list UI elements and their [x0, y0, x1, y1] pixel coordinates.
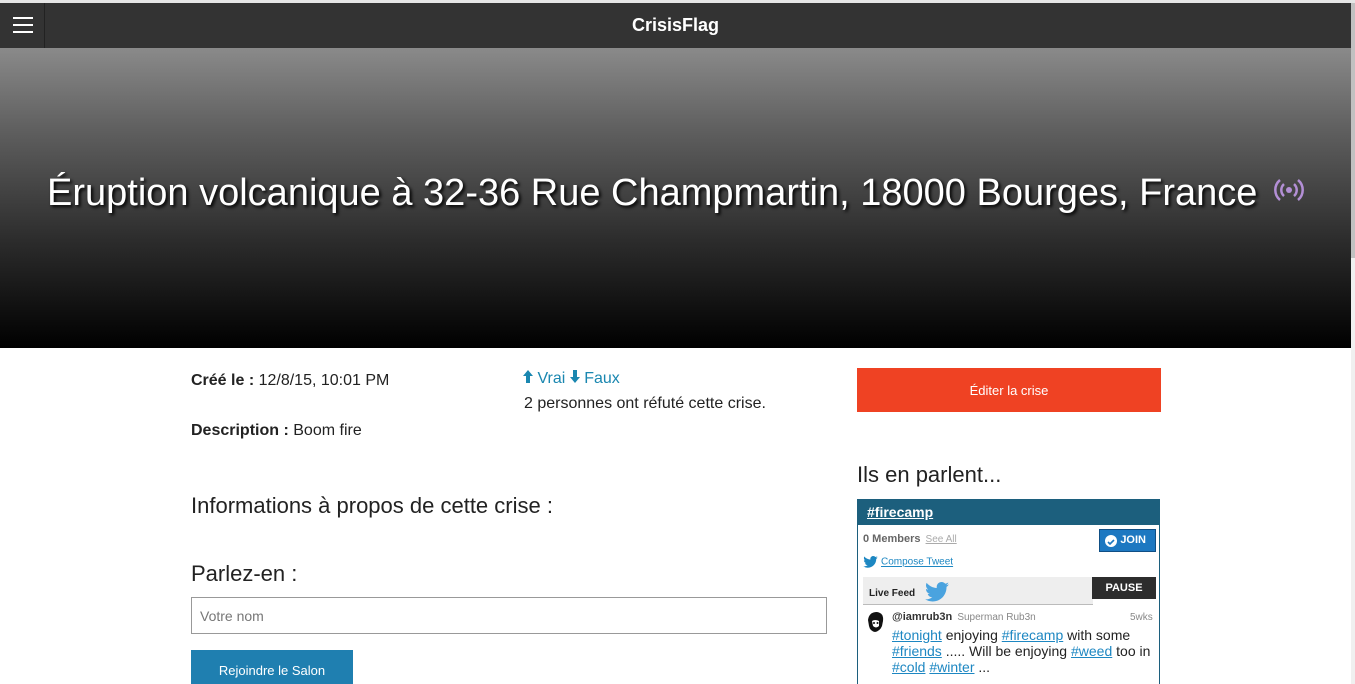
navbar: CrisisFlag [0, 3, 1351, 48]
tweet-handle[interactable]: @iamrub3n [892, 611, 952, 623]
social-section-title: Ils en parlent... [857, 462, 1002, 487]
hashtag-link[interactable]: #firecamp [867, 504, 933, 520]
members-count: 0 Members See All [863, 533, 957, 545]
scrollbar[interactable] [1351, 3, 1355, 684]
tweet-author-name: Superman Rub3n [957, 612, 1036, 623]
edit-crisis-button[interactable]: Éditer la crise [857, 368, 1161, 412]
created-label: Créé le : [191, 372, 255, 389]
tweet-text-fragment: too in [1112, 643, 1151, 659]
hashtag-tonight-link[interactable]: #tonight [892, 627, 942, 643]
vote-true-label: Vrai [537, 370, 566, 387]
hashtag-winter-link[interactable]: #winter [929, 659, 974, 675]
refute-count-text: 2 personnes ont réfuté cette crise. [524, 395, 766, 412]
live-feed-label: Live Feed [869, 588, 916, 599]
info-heading: Informations à propos de cette crise : [191, 493, 553, 518]
tweet-text-fragment: ... [974, 659, 991, 675]
tweet-text-fragment: with some [1063, 627, 1131, 643]
crisis-title-row: Éruption volcanique à 32-36 Rue Champmar… [0, 172, 1351, 216]
hashtag-cold-link[interactable]: #cold [892, 659, 925, 675]
tweet-text-fragment: enjoying [941, 627, 1002, 643]
live-feed-bar: Live Feed [863, 577, 1093, 605]
scrollbar-thumb[interactable] [1351, 3, 1355, 258]
arrow-down-icon [569, 370, 580, 383]
widget-header: #firecamp [858, 500, 1159, 525]
created-value: 12/8/15, 10:01 PM [258, 372, 390, 389]
hashtag-firecamp-link[interactable]: #firecamp [1002, 627, 1063, 643]
broadcast-icon [1274, 169, 1304, 212]
compose-label: Compose Tweet [881, 556, 954, 568]
avatar[interactable] [863, 610, 887, 634]
members-text: 0 Members [863, 533, 921, 545]
arrow-up-icon [523, 370, 533, 383]
name-input[interactable] [191, 597, 827, 634]
description: Description : Boom fire [191, 422, 362, 440]
created-date: Créé le : 12/8/15, 10:01 PM [191, 372, 389, 390]
tweet-text-fragment: ..... Will be enjoying [941, 643, 1071, 659]
join-label: JOIN [1120, 534, 1146, 546]
twitter-bird-icon [925, 582, 949, 602]
compose-tweet-link[interactable]: Compose Tweet [863, 556, 953, 568]
check-icon [1105, 535, 1117, 547]
hashtag-friends-link[interactable]: #friends [892, 643, 942, 659]
tweet-timestamp[interactable]: 5wks [1130, 612, 1153, 623]
crisis-title: Éruption volcanique à 32-36 Rue Champmar… [47, 172, 1258, 214]
vote-true-link[interactable]: Vrai [523, 370, 570, 387]
vote-links: Vrai Faux [523, 370, 620, 388]
hashtag-weed-link[interactable]: #weed [1071, 643, 1112, 659]
vote-false-label: Faux [584, 370, 620, 387]
description-label: Description : [191, 422, 289, 439]
join-button[interactable]: JOIN [1099, 529, 1156, 552]
talk-heading: Parlez-en : [191, 561, 298, 586]
join-room-button[interactable]: Rejoindre le Salon [191, 650, 353, 684]
pause-button[interactable]: PAUSE [1092, 577, 1156, 599]
twitter-widget: #firecamp 0 Members See All JOIN Compose… [857, 499, 1160, 684]
twitter-bird-icon [863, 556, 878, 568]
tweet-text: #tonight enjoying #firecamp with some #f… [892, 627, 1156, 675]
tweet-header: @iamrub3n Superman Rub3n [892, 611, 1036, 623]
see-all-link[interactable]: See All [926, 534, 957, 545]
vote-false-link[interactable]: Faux [569, 370, 620, 387]
description-value: Boom fire [293, 422, 362, 439]
hero-banner: Éruption volcanique à 32-36 Rue Champmar… [0, 48, 1351, 348]
brand-title[interactable]: CrisisFlag [0, 3, 1351, 48]
